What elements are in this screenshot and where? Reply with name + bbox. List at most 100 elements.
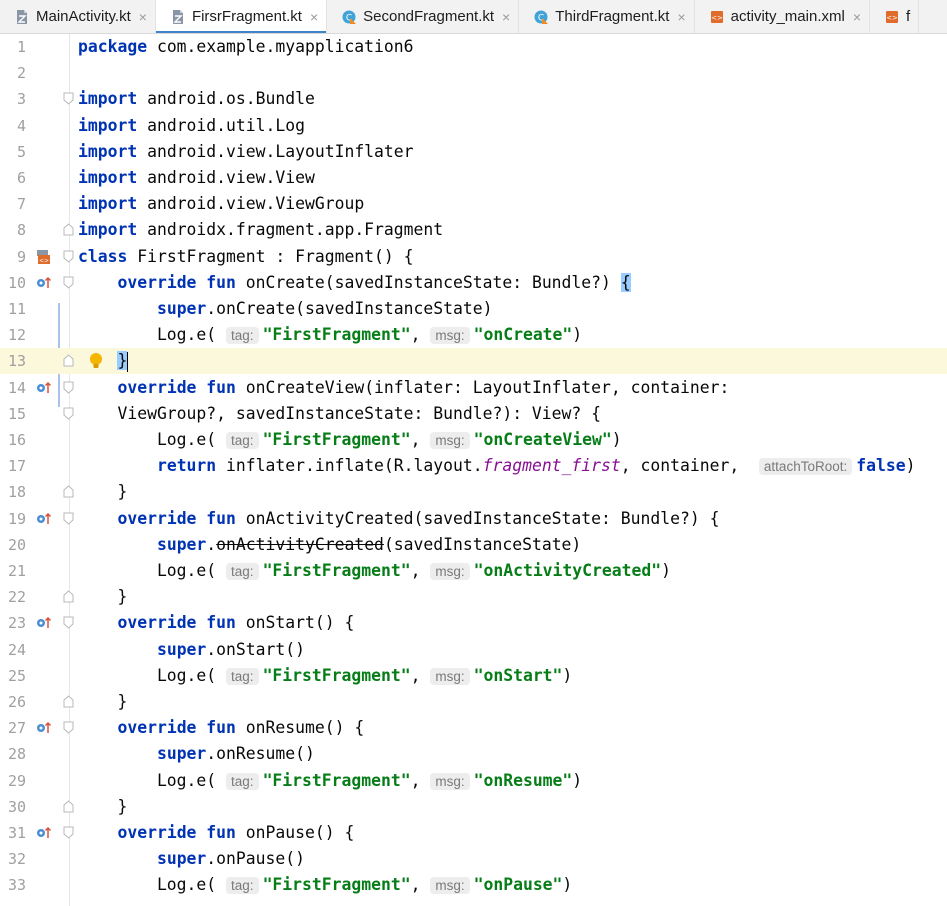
line-number: 10 [7,273,26,292]
code-line[interactable]: 33 Log.e( tag: "FirstFragment", msg: "onPa… [0,872,947,898]
editor-tab[interactable]: C ThirdFragment.kt × [519,0,695,33]
code-line[interactable]: 27 override fun onResume() { [0,715,947,741]
close-icon[interactable]: × [310,9,318,25]
line-number: 11 [7,300,26,318]
line-number: 25 [7,666,26,685]
fold-marker-icon[interactable] [63,616,74,630]
code-string: "onPause" [473,875,563,895]
code-keyword: super [156,639,207,659]
code-line[interactable]: 26 } [0,689,947,715]
code-line[interactable]: 25 Log.e( tag: "FirstFragment", msg: "onSt… [0,663,947,689]
code-line[interactable]: 3 import android.os.Bundle [0,86,947,112]
fold-marker-icon[interactable] [63,485,74,498]
fold-marker-icon[interactable] [63,512,74,525]
code-string: "FirstFragment" [262,875,411,895]
fold-marker-icon[interactable] [63,92,74,106]
code-line[interactable]: 31 override fun onPause() { [0,820,947,846]
fold-marker-icon[interactable] [63,250,74,263]
close-icon[interactable]: × [139,9,147,25]
kotlin-class-icon: C [342,10,357,24]
layout-file-icon[interactable]: <> [36,249,52,264]
code-line[interactable]: 23 override fun onStart() { [0,610,947,636]
code-token: android.view.ViewGroup [137,194,365,214]
svg-text:<>: <> [711,14,723,22]
code-text: } [78,794,127,820]
code-line[interactable]: 30 } [0,794,947,820]
code-keyword: override fun [117,508,236,528]
close-icon[interactable]: × [677,9,685,25]
fold-marker-icon[interactable] [63,407,74,420]
code-line[interactable]: 32 super.onPause() [0,846,947,872]
code-line[interactable]: 5 import android.view.LayoutInflater [0,139,947,165]
editor-tab[interactable]: MainActivity.kt × [0,0,156,33]
code-text: override fun onStart() { [78,610,354,636]
code-line[interactable]: 19 override fun onActivityCreated(savedI… [0,506,947,532]
code-line[interactable]: 11 super.onCreate(savedInstanceState) [0,296,947,322]
code-line[interactable]: 29 Log.e( tag: "FirstFragment", msg: "onRe… [0,768,947,794]
fold-marker-icon[interactable] [63,826,74,839]
fold-marker-icon[interactable] [63,800,74,813]
code-line[interactable]: 14 override fun onCreateView(inflater: L… [0,375,947,401]
parameter-hint: tag: [226,667,259,685]
code-line[interactable]: 16 Log.e( tag: "FirstFragment", msg: "onCr… [0,427,947,453]
override-method-icon[interactable] [36,616,52,630]
line-number: 3 [16,90,26,109]
editor-tab[interactable]: C SecondFragment.kt × [327,0,520,33]
code-line[interactable]: 13 } [0,348,947,375]
parameter-hint: tag: [226,877,259,895]
line-number: 7 [16,195,26,214]
code-line[interactable]: 6 import android.view.View [0,165,947,191]
code-line[interactable]: 20 super.onActivityCreated(savedInstance… [0,532,947,558]
editor-tab[interactable]: FirsrFragment.kt × [155,0,328,33]
code-line[interactable]: 28 super.onResume() [0,741,947,767]
code-text: Log.e( tag: "FirstFragment", msg: "onStart… [78,663,572,690]
line-number: 30 [7,797,26,816]
code-line[interactable]: 21 Log.e( tag: "FirstFragment", msg: "onAc… [0,558,947,584]
fold-marker-icon[interactable] [63,695,74,708]
override-method-icon[interactable] [36,276,52,290]
code-text: super.onResume() [78,741,315,767]
code-line[interactable]: 18 } [0,479,947,505]
code-token: Log.e( [78,325,227,345]
editor-tab[interactable]: <> f [870,0,920,33]
code-line[interactable]: 22 } [0,584,947,610]
parameter-hint: msg: [430,432,470,449]
code-editor[interactable]: 1 package com.example.myapplication6 2 3 imp… [0,34,947,906]
override-method-icon[interactable] [36,721,52,735]
line-number: 14 [7,378,26,397]
code-line[interactable]: 7 import android.view.ViewGroup [0,191,947,217]
override-method-icon[interactable] [36,512,52,526]
override-method-icon[interactable] [36,826,52,840]
code-line[interactable]: 2 [0,60,947,86]
code-token: onCreateView(inflater: LayoutInflater, c… [235,377,730,397]
code-line[interactable]: 1 package com.example.myapplication6 [0,34,947,60]
override-method-icon[interactable] [36,381,52,395]
close-icon[interactable]: × [853,9,861,25]
deprecated-call: onActivityCreated [216,534,384,554]
code-text: Log.e( tag: "FirstFragment", msg: "onCreat… [78,427,622,454]
code-line[interactable]: 4 import android.util.Log [0,113,947,139]
code-line[interactable]: 12 Log.e( tag: "FirstFragment", msg: "onCr… [0,322,947,348]
code-token: onActivityCreated(savedInstanceState: Bu… [235,508,720,528]
code-line[interactable]: 10 override fun onCreate(savedInstanceSt… [0,270,947,296]
code-line[interactable]: 17 return inflater.inflate(R.layout.frag… [0,453,947,479]
code-line[interactable]: 24 super.onStart() [0,637,947,663]
editor-tab[interactable]: <> activity_main.xml × [695,0,871,33]
fold-marker-icon[interactable] [63,721,74,734]
fold-marker-icon[interactable] [63,223,74,236]
code-line[interactable]: 9 <> class FirstFragment : Fragment() { [0,244,947,270]
fold-marker-icon[interactable] [63,590,74,603]
fold-marker-icon[interactable] [63,381,74,394]
code-token: ) [661,561,671,580]
fold-marker-icon[interactable] [63,276,74,289]
fold-marker-icon[interactable] [63,354,74,367]
code-line[interactable]: 15 ViewGroup?, savedInstanceState: Bundl… [0,401,947,427]
code-text: import android.os.Bundle [78,86,315,112]
matched-brace: { [620,272,631,292]
close-icon[interactable]: × [502,9,510,25]
code-line[interactable]: 8 import androidx.fragment.app.Fragment [0,217,947,243]
line-number: 20 [7,535,26,554]
